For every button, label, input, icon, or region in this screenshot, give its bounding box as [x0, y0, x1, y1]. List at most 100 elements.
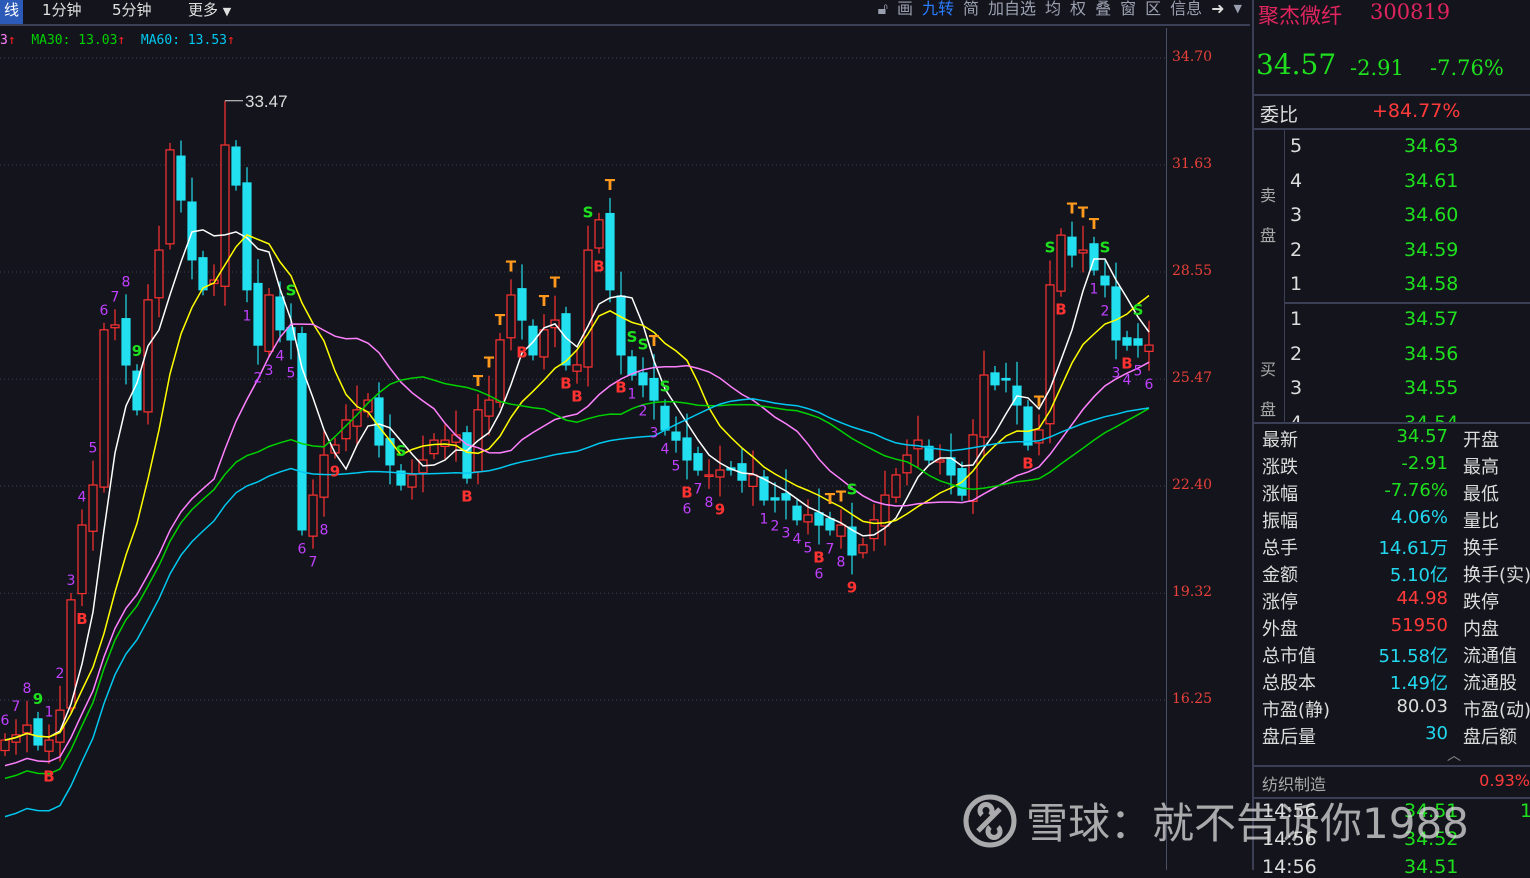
nine-turn-marker-S: S	[638, 335, 649, 353]
candle-up	[891, 474, 901, 498]
stat-value: 34.57	[1396, 426, 1448, 447]
stat-row: 最新 34.57 开盘	[1254, 426, 1530, 453]
candle-up	[154, 249, 164, 299]
order-book-row[interactable]: 3 34.55	[1254, 377, 1530, 411]
price: 34.57	[1404, 308, 1459, 330]
stat-label-2: 盘后额	[1463, 727, 1517, 748]
tool-rights[interactable]: 权	[1070, 0, 1086, 18]
stat-label: 总股本	[1262, 673, 1316, 694]
kline-chart[interactable]: 33.47BBBBBBBBBBBBBSSSS SSSS SSTTTTTTTTT TTT…	[0, 28, 1166, 870]
candle-up	[979, 374, 989, 438]
tool-range[interactable]: 区	[1145, 0, 1161, 18]
chevron-down-icon[interactable]: ▼	[1234, 0, 1242, 18]
tool-overlay[interactable]: 叠	[1095, 0, 1111, 18]
candle-up	[264, 294, 274, 352]
tab-1min[interactable]: 1分钟	[42, 0, 82, 24]
candle-down	[176, 155, 186, 201]
tab-kline[interactable]: 线	[0, 0, 24, 24]
nine-turn-marker-T: T	[836, 487, 847, 505]
tick-time: 14:56	[1262, 856, 1317, 878]
tab-more[interactable]: 更多 ▼	[188, 0, 231, 24]
nine-turn-marker-B: B	[560, 375, 571, 393]
candle-down	[198, 257, 208, 291]
nine-turn-marker-S: S	[1133, 301, 1144, 319]
nine-turn-marker-3: 3	[782, 525, 791, 541]
tool-add-watchlist[interactable]: 加自选	[988, 0, 1036, 18]
nine-turn-marker-T: T	[1078, 204, 1089, 222]
stat-label: 总手	[1262, 538, 1298, 559]
stat-value: 1.49亿	[1389, 673, 1448, 694]
lock-icon[interactable]: 🔓︎	[878, 0, 888, 18]
stat-label: 总市值	[1262, 646, 1316, 667]
order-book-row[interactable]: 1 34.58	[1254, 273, 1530, 307]
candle-down	[638, 372, 648, 386]
nine-turn-marker-T: T	[605, 176, 616, 194]
nine-turn-marker-9: 9	[132, 342, 142, 360]
nine-turn-marker-8: 8	[705, 495, 714, 511]
tab-5min[interactable]: 5分钟	[112, 0, 152, 24]
order-book-row[interactable]: 1 34.57	[1254, 308, 1530, 342]
candle-up	[506, 294, 516, 339]
stat-label-2: 换手(实)	[1463, 565, 1530, 586]
stat-row: 金额 5.10亿 换手(实)	[1254, 561, 1530, 588]
stat-value: -2.91	[1401, 453, 1448, 474]
order-book-row[interactable]: 2 34.56	[1254, 343, 1530, 377]
candle-up	[1144, 344, 1154, 352]
tool-nine-turn[interactable]: 九转	[922, 0, 954, 18]
stat-label-2: 最低	[1463, 484, 1499, 505]
tool-window[interactable]: 窗	[1120, 0, 1136, 18]
nine-turn-marker-2: 2	[771, 518, 780, 534]
nine-turn-marker-3: 3	[67, 573, 76, 589]
expand-chevron-icon[interactable]: ︿	[1447, 745, 1461, 765]
candle-down	[517, 288, 527, 321]
y-tick-label: 31.63	[1172, 155, 1213, 172]
candle-up	[858, 544, 868, 554]
nine-turn-marker-B: B	[1055, 301, 1066, 319]
candle-down	[231, 146, 241, 186]
divider	[1254, 422, 1530, 424]
tool-simple[interactable]: 简	[963, 0, 979, 18]
stat-row: 总股本 1.49亿 流通股	[1254, 669, 1530, 696]
order-book-row[interactable]: 3 34.60	[1254, 204, 1530, 238]
stat-row: 涨停 44.98 跌停	[1254, 588, 1530, 615]
level: 4	[1290, 412, 1302, 423]
nine-turn-marker-1: 1	[243, 308, 252, 324]
order-book-row[interactable]: 4 34.61	[1254, 170, 1530, 204]
price: 34.63	[1404, 135, 1459, 157]
candle-down	[990, 372, 1000, 386]
tool-draw[interactable]: 画	[897, 0, 913, 18]
nine-turn-marker-5: 5	[1134, 364, 1143, 380]
nine-turn-marker-6: 6	[683, 501, 692, 517]
order-book-row[interactable]: 2 34.59	[1254, 239, 1530, 273]
candle-down	[671, 431, 681, 441]
candle-down	[385, 438, 395, 466]
nine-turn-marker-T: T	[550, 274, 561, 292]
nine-turn-marker-6: 6	[815, 567, 824, 583]
order-book-row[interactable]: 5 34.63	[1254, 135, 1530, 169]
stat-value: 5.10亿	[1389, 565, 1448, 586]
tool-average[interactable]: 均	[1045, 0, 1061, 18]
y-tick-label: 19.32	[1172, 584, 1213, 601]
candle-down	[616, 295, 626, 356]
candle-down	[1122, 337, 1132, 346]
more-label: 更多	[188, 1, 219, 19]
stat-row: 振幅 4.06% 量比	[1254, 507, 1530, 534]
nine-turn-marker-6: 6	[1145, 377, 1154, 393]
nine-turn-marker-B: B	[1022, 455, 1033, 473]
candle-down	[275, 296, 285, 331]
order-book-row[interactable]: 434.54	[1254, 412, 1530, 423]
collapse-panel-icon[interactable]: ➜	[1211, 0, 1224, 18]
candle-up	[165, 149, 175, 245]
stat-label: 振幅	[1262, 511, 1298, 532]
price: 34.55	[1404, 377, 1459, 399]
level: 2	[1290, 238, 1303, 261]
level: 3	[1290, 377, 1303, 399]
candle-down	[649, 377, 659, 401]
candle-down	[825, 518, 835, 531]
candle-up	[440, 439, 450, 447]
stat-label: 外盘	[1262, 619, 1298, 640]
tool-info[interactable]: 信息	[1170, 0, 1202, 18]
nine-turn-marker-2: 2	[254, 371, 263, 387]
candle-up	[715, 469, 725, 478]
candle-up	[55, 709, 65, 743]
